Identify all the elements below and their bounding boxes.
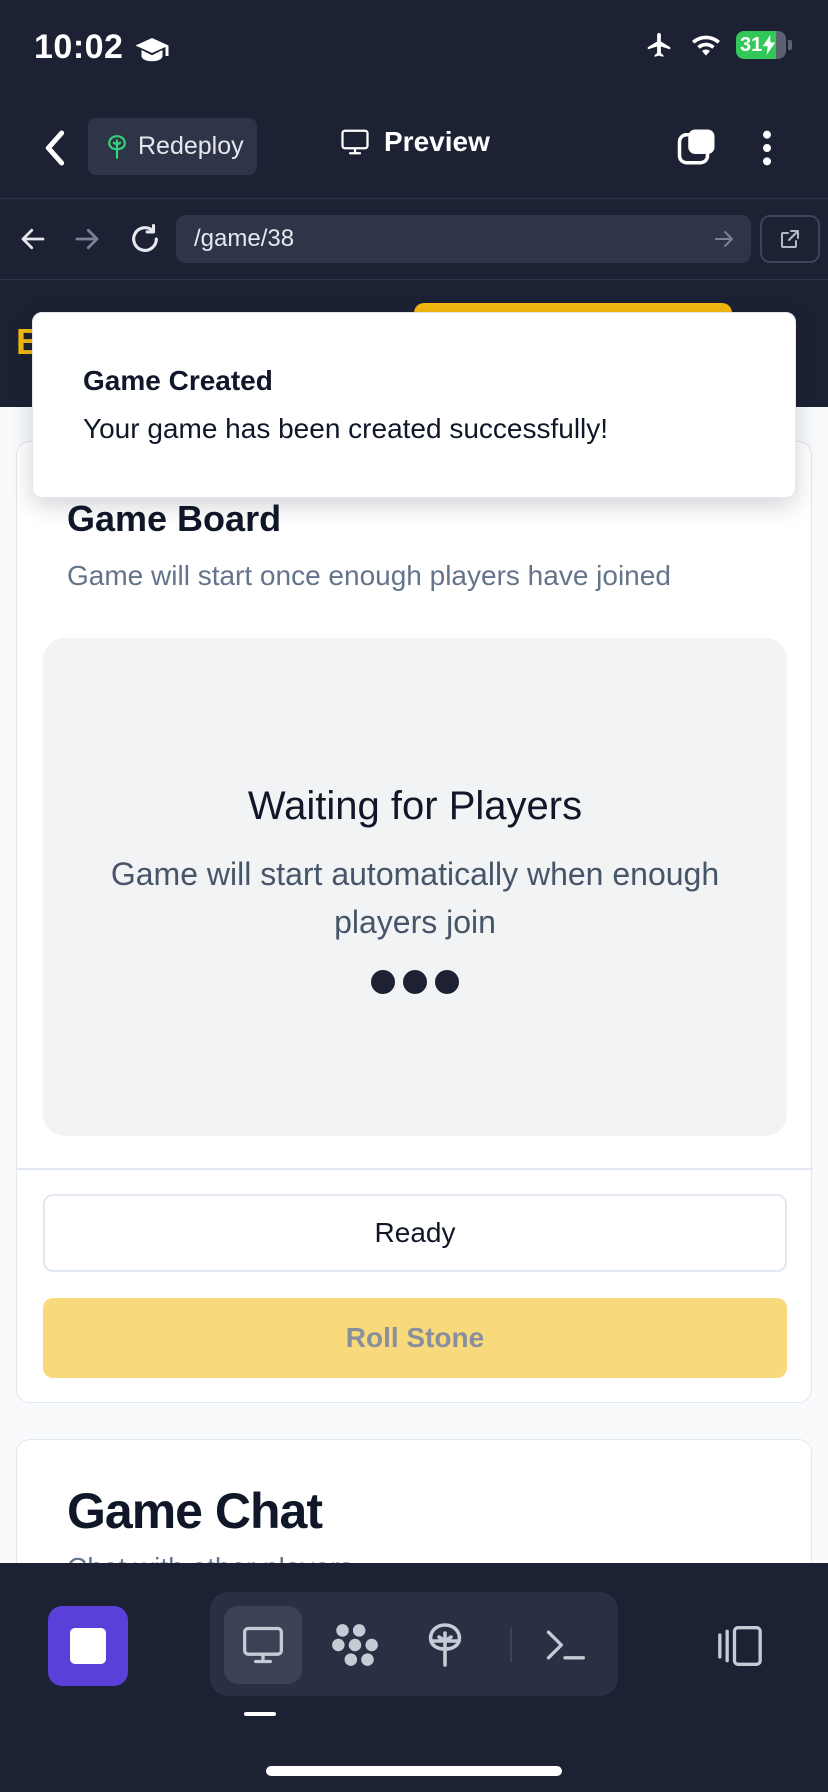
tool-switcher xyxy=(210,1592,618,1696)
status-bar: 10:02 31 xyxy=(0,0,828,100)
toast-title: Game Created xyxy=(83,365,273,396)
arrow-left-icon[interactable] xyxy=(18,224,48,254)
charging-bolt-icon xyxy=(763,35,776,55)
tool-deploy[interactable] xyxy=(406,1606,484,1684)
tool-terminal[interactable] xyxy=(526,1606,604,1684)
monitor-icon xyxy=(341,129,369,155)
toast-notification[interactable]: Game Created Your game has been created … xyxy=(32,312,796,498)
waiting-message: Game will start automatically when enoug… xyxy=(110,856,720,940)
loading-dots xyxy=(43,970,787,994)
preview-label: Preview xyxy=(384,126,490,157)
divider xyxy=(17,1168,813,1170)
tool-preview[interactable] xyxy=(224,1606,302,1684)
roll-stone-button[interactable]: Roll Stone xyxy=(43,1298,787,1378)
loading-dot xyxy=(371,970,395,994)
redeploy-label: Redeploy xyxy=(138,132,244,160)
deploy-icon xyxy=(428,1623,462,1667)
go-arrow-icon[interactable] xyxy=(712,227,736,251)
game-chat-card: Game Chat Chat with other players xyxy=(16,1439,812,1563)
waiting-panel: Waiting for Players Game will start auto… xyxy=(43,638,787,1136)
redeploy-button[interactable]: Redeploy xyxy=(88,118,257,175)
active-tool-indicator xyxy=(244,1712,276,1716)
arrow-right-icon[interactable] xyxy=(72,224,102,254)
terminal-icon xyxy=(546,1630,585,1660)
loading-dot xyxy=(435,970,459,994)
status-indicators: 31 xyxy=(642,30,792,60)
open-external-button[interactable] xyxy=(760,215,820,263)
airplane-icon xyxy=(647,32,671,57)
panel-toggle-icon[interactable] xyxy=(716,1624,764,1668)
battery-percent: 31 xyxy=(740,33,763,56)
tree-icon xyxy=(108,134,126,159)
url-input[interactable]: /game/38 xyxy=(176,215,751,263)
home-indicator xyxy=(266,1766,562,1776)
status-time: 10:02 xyxy=(34,28,124,66)
tool-separator xyxy=(510,1628,512,1662)
ready-button[interactable]: Ready xyxy=(43,1194,787,1272)
waiting-title: Waiting for Players xyxy=(247,784,583,828)
monitor-icon xyxy=(243,1626,283,1664)
tabs-icon[interactable] xyxy=(676,126,718,168)
tool-cluster[interactable] xyxy=(316,1606,394,1684)
more-options-icon[interactable] xyxy=(752,128,782,168)
battery-nub xyxy=(788,40,792,50)
game-chat-subtitle: Chat with other players xyxy=(67,1552,353,1563)
reload-icon[interactable] xyxy=(128,222,162,256)
cluster-icon xyxy=(332,1624,378,1666)
loading-dot xyxy=(403,970,427,994)
battery-indicator: 31 xyxy=(736,31,786,59)
game-board-title: Game Board xyxy=(67,498,282,539)
game-board-card: Game Board Game will start once enough p… xyxy=(16,441,813,1403)
external-link-icon xyxy=(781,230,799,248)
game-board-subtitle: Game will start once enough players have… xyxy=(67,560,671,591)
graduation-cap-icon xyxy=(135,38,169,62)
toast-message: Your game has been created successfully! xyxy=(83,413,609,444)
url-text: /game/38 xyxy=(194,225,295,252)
stop-button[interactable] xyxy=(48,1606,128,1686)
back-chevron-icon[interactable] xyxy=(40,128,70,168)
stop-icon xyxy=(70,1628,106,1664)
wifi-icon xyxy=(692,35,720,56)
preview-toggle[interactable]: Preview xyxy=(340,126,490,158)
game-chat-title: Game Chat xyxy=(67,1483,323,1539)
